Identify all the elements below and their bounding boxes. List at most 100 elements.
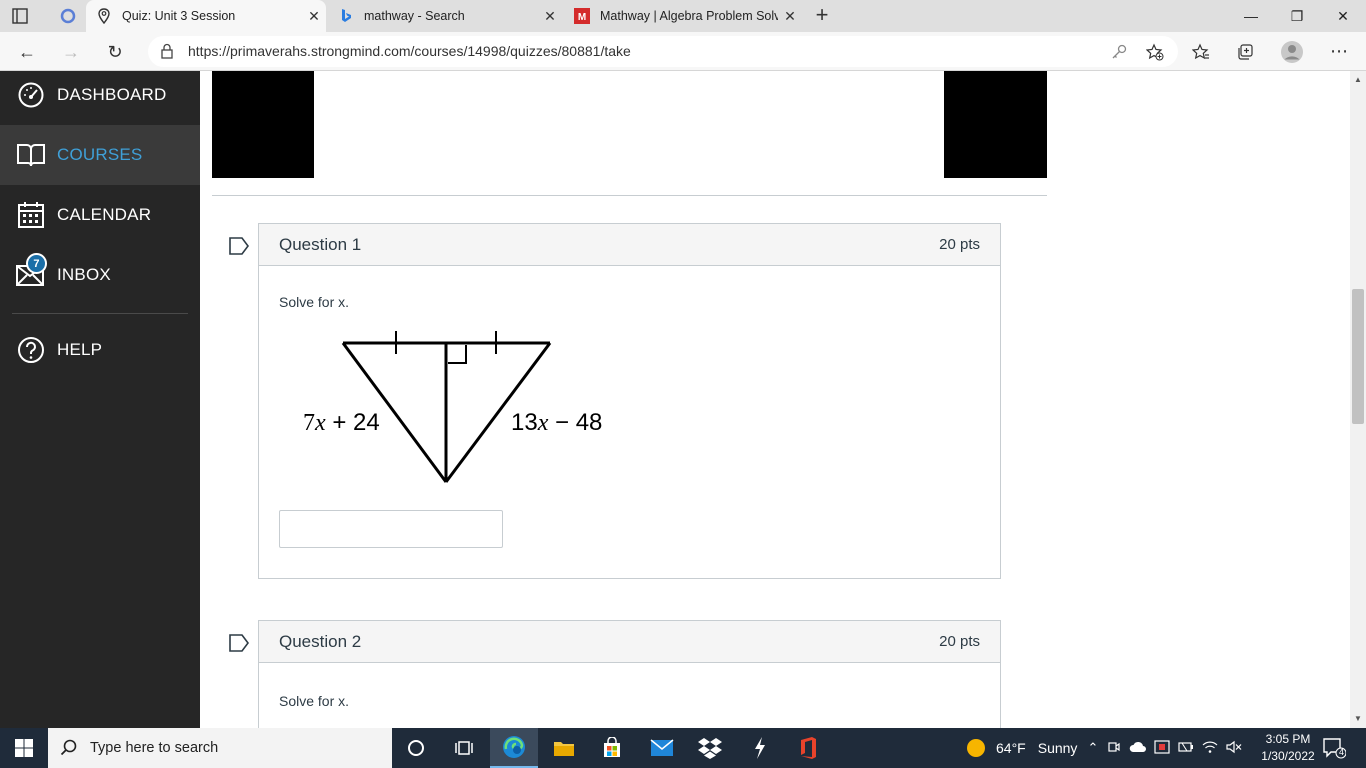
scroll-up-icon[interactable]: ▲ [1353,75,1363,85]
security-icon[interactable] [1150,739,1174,757]
search-favicon-icon [60,8,76,24]
favorites-icon[interactable] [1191,43,1210,61]
back-icon[interactable]: ← [14,39,40,65]
search-icon [60,739,77,756]
clock-date: 1/30/2022 [1261,749,1315,763]
microsoft-store-icon[interactable] [588,728,636,768]
taskbar-search-placeholder: Type here to search [90,740,219,756]
clock-time: 3:05 PM [1265,732,1311,746]
question-title: Question 1 [279,234,362,254]
triangle-diagram: 7x + 24 13x − 48 [303,331,602,483]
tab-label: Quiz: Unit 3 Session [122,9,236,23]
close-window-icon[interactable]: ✕ [1320,0,1366,32]
sidebar-item-inbox[interactable]: 7 INBOX [0,245,200,305]
pinned-tab[interactable] [50,0,86,32]
notification-count: 4 [1338,747,1344,757]
more-options-icon[interactable]: ⋯ [1330,41,1348,61]
cortana-icon[interactable] [392,728,440,768]
volume-muted-icon[interactable] [1222,740,1246,757]
mathway-icon: M [574,8,590,24]
sidebar-item-courses[interactable]: COURSES [0,125,200,185]
edge-browser-icon[interactable] [490,728,538,768]
flag-question-icon[interactable] [228,633,250,653]
wifi-icon[interactable] [1198,740,1222,757]
key-icon[interactable] [1110,43,1128,61]
weather-widget[interactable]: 64°F Sunny [966,728,1077,768]
restore-icon[interactable]: ❐ [1274,0,1320,32]
close-tab-icon[interactable]: ✕ [302,8,326,25]
onedrive-cloud-icon[interactable] [1126,741,1150,756]
taskbar-clock[interactable]: 3:05 PM 1/30/2022 [1252,731,1324,765]
sidebar-item-dashboard[interactable]: DASHBOARD [0,65,200,125]
lock-icon [160,43,176,59]
taskbar-search-box[interactable]: Type here to search [48,728,392,768]
office-icon[interactable] [784,728,832,768]
address-bar[interactable]: https://primaverahs.strongmind.com/cours… [148,36,1178,67]
question-header: Question 2 20 pts [259,621,1000,663]
sidebar-item-label: CALENDAR [57,205,152,224]
media-frame [314,71,944,178]
sidebar-item-calendar[interactable]: CALENDAR [0,185,200,245]
sidebar-item-label: INBOX [57,265,111,284]
question-card: Question 1 20 pts Solve for x. 7x + 24 1… [258,223,1001,579]
sun-icon [967,739,985,757]
notifications-button[interactable]: 4 [1322,737,1347,759]
sidebar-item-label: COURSES [57,145,143,164]
sidebar-nav: DASHBOARD COURSES CALENDAR 7 INBOX HELP [0,71,200,728]
close-tab-icon[interactable]: ✕ [538,8,562,25]
forward-icon[interactable]: → [58,39,84,65]
question-header: Question 1 20 pts [259,224,1000,266]
scroll-thumb[interactable] [1352,289,1364,424]
answer-input[interactable] [279,510,503,548]
add-favorite-icon[interactable] [1145,43,1164,61]
sidebar-item-label: HELP [57,340,103,359]
browser-toolbar: ← → ↻ https://primaverahs.strongmind.com… [0,32,1366,71]
flag-question-icon[interactable] [228,236,250,256]
system-tray: ⌃ [1084,728,1246,768]
collections-icon[interactable] [1236,43,1254,61]
quiz-content: Question 1 20 pts Solve for x. 7x + 24 1… [200,71,1350,728]
tab-mathway-search[interactable]: mathway - Search ✕ [328,0,562,32]
app-lightning-icon[interactable] [736,728,784,768]
close-tab-icon[interactable]: ✕ [778,8,802,25]
weather-desc: Sunny [1037,740,1078,756]
meet-now-icon[interactable] [1102,740,1126,757]
question-points: 20 pts [939,236,980,253]
sidebar-divider [12,313,188,314]
tab-mathway[interactable]: M Mathway | Algebra Problem Solv ✕ [564,0,802,32]
tab-quiz[interactable]: Quiz: Unit 3 Session ✕ [86,0,326,32]
mail-icon[interactable] [638,728,686,768]
calendar-icon [16,200,46,230]
question-text: Solve for x. [279,294,350,310]
inbox-envelope-icon: 7 [16,253,47,290]
question-text: Solve for x. [279,693,350,709]
media-embed [212,71,1047,178]
inbox-badge: 7 [26,253,47,274]
windows-taskbar: Type here to search 64°F Sunny ⌃ 3:05 PM… [0,728,1366,768]
dropbox-icon[interactable] [686,728,734,768]
battery-icon[interactable] [1174,741,1198,756]
refresh-icon[interactable]: ↻ [102,39,128,65]
left-side-label: 7x + 24 [303,409,380,436]
location-pin-icon [96,8,112,24]
question-title: Question 2 [279,631,362,651]
question-card: Question 2 20 pts Solve for x. [258,620,1001,728]
right-angle-mark [448,345,467,364]
question-points: 20 pts [939,633,980,650]
windows-start-icon[interactable] [0,728,48,768]
sidebar-item-help[interactable]: HELP [0,320,200,380]
file-explorer-icon[interactable] [540,728,588,768]
task-view-icon[interactable] [440,728,488,768]
page-scrollbar[interactable]: ▲ ▼ [1350,71,1366,728]
profile-avatar-icon[interactable] [1280,40,1304,64]
svg-text:M: M [578,12,586,23]
browser-tab-strip: Quiz: Unit 3 Session ✕ mathway - Search … [0,0,1366,32]
show-hidden-icons-icon[interactable]: ⌃ [1084,740,1102,756]
new-tab-icon[interactable]: + [810,4,834,28]
minimize-icon[interactable]: — [1228,0,1274,32]
sidebar-item-label: DASHBOARD [57,85,167,104]
scroll-down-icon[interactable]: ▼ [1353,714,1363,724]
tab-actions-icon[interactable] [10,6,30,26]
right-side-label: 13x − 48 [511,409,602,436]
url-text: https://primaverahs.strongmind.com/cours… [188,43,631,59]
